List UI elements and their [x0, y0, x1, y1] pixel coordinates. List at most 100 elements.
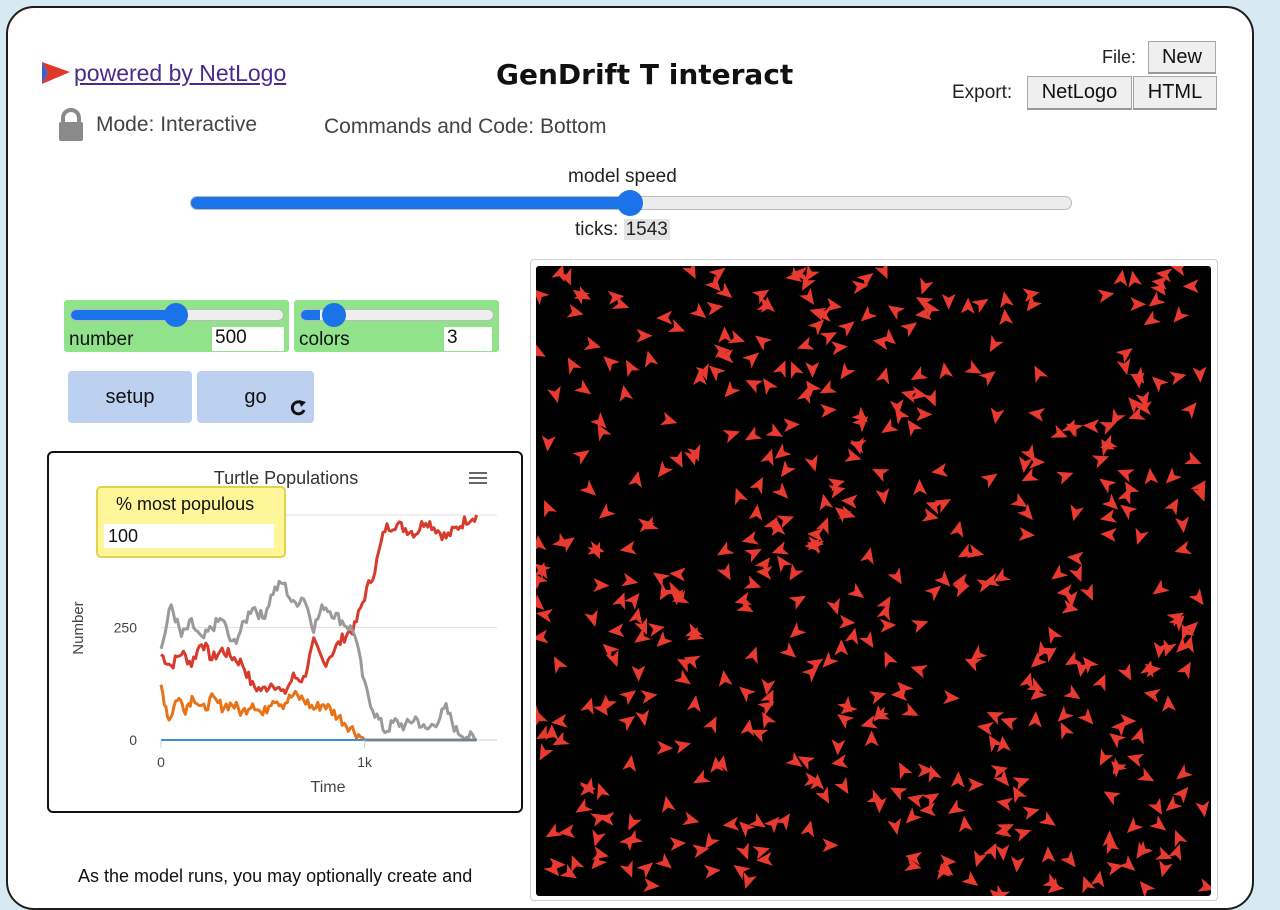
turtle [619, 690, 637, 706]
turtle [1030, 651, 1048, 668]
plot-y-axis-label: Number [70, 601, 87, 654]
turtle [763, 377, 778, 396]
turtles-layer [526, 261, 1215, 906]
turtle [1100, 528, 1117, 542]
turtle [628, 607, 643, 625]
turtle [1068, 564, 1082, 583]
turtle [596, 782, 611, 801]
turtle [920, 277, 934, 295]
plot-y-tick-label: 0 [129, 732, 137, 748]
go-button[interactable]: go [197, 371, 314, 423]
turtle [1010, 856, 1025, 873]
colors-slider-fill [301, 310, 321, 320]
turtle [874, 261, 888, 280]
export-netlogo-button[interactable]: NetLogo [1027, 76, 1132, 110]
number-slider[interactable]: number 500 [64, 300, 289, 352]
turtle [1017, 503, 1034, 521]
plot-series-orange [159, 684, 477, 742]
colors-slider-thumb[interactable] [322, 303, 346, 327]
turtle [1195, 800, 1210, 818]
turtle [1175, 516, 1190, 534]
mode-label: Mode: Interactive [96, 113, 258, 136]
turtle [964, 359, 982, 374]
turtle [887, 567, 902, 585]
most-populous-monitor: % most populous 100 [96, 486, 286, 558]
turtle [659, 411, 678, 426]
number-slider-thumb[interactable] [164, 303, 188, 327]
turtle [580, 697, 594, 715]
turtle [622, 755, 637, 772]
turtle [1181, 402, 1197, 420]
turtle [831, 739, 846, 756]
turtle [686, 695, 701, 713]
turtle [822, 838, 839, 853]
turtle [789, 563, 804, 581]
turtle [559, 863, 577, 879]
turtle [765, 422, 783, 437]
turtle [1164, 498, 1179, 516]
turtle [947, 799, 966, 815]
turtle [898, 762, 913, 780]
turtle [1022, 806, 1040, 821]
turtle [1117, 663, 1132, 681]
turtle [1106, 862, 1124, 876]
world-view [526, 259, 1218, 906]
turtle [967, 777, 985, 792]
commands-code-position[interactable]: Commands and Code: Bottom [324, 115, 606, 139]
turtle [860, 305, 878, 322]
plot-x-axis-label: Time [311, 779, 346, 796]
colors-slider-value[interactable]: 3 [444, 327, 492, 351]
turtle [986, 711, 1005, 726]
turtle [807, 527, 824, 542]
turtle [819, 493, 834, 511]
ticks-value: 1543 [623, 219, 670, 240]
go-button-label: go [244, 385, 267, 408]
turtle [708, 267, 726, 284]
turtle [780, 460, 797, 478]
mode-toggle[interactable]: Mode: Interactive [58, 108, 257, 142]
world-canvas[interactable] [526, 261, 1215, 906]
turtle [1063, 590, 1078, 608]
export-html-button[interactable]: HTML [1133, 76, 1217, 110]
file-label: File: [1102, 47, 1137, 67]
model-speed-thumb[interactable] [617, 190, 643, 216]
number-slider-value[interactable]: 500 [212, 327, 284, 351]
turtle [640, 690, 658, 705]
turtle [919, 802, 936, 817]
lock-icon [59, 108, 83, 141]
turtle [950, 771, 965, 788]
model-title: GenDrift T interact [496, 58, 794, 91]
turtle [628, 470, 642, 489]
turtle [1174, 540, 1192, 555]
hamburger-menu-icon[interactable] [469, 472, 487, 484]
turtle [547, 385, 561, 404]
turtle [922, 389, 936, 407]
new-button[interactable]: New [1148, 41, 1216, 74]
powered-by-netlogo-link[interactable]: powered by NetLogo [40, 58, 286, 88]
turtle [706, 301, 724, 316]
colors-slider[interactable]: colors 3 [294, 300, 499, 352]
turtle [804, 454, 818, 472]
turtle [637, 518, 655, 533]
setup-button[interactable]: setup [68, 371, 192, 423]
turtle [788, 595, 806, 610]
turtle [1176, 763, 1194, 780]
plot-x-tick-label: 1k [357, 754, 373, 770]
turtle [636, 328, 653, 343]
turtle [1090, 870, 1105, 888]
ticks-counter: ticks: 1543 [575, 219, 670, 241]
turtle [996, 797, 1014, 812]
turtle [1041, 846, 1056, 863]
turtle [977, 721, 994, 736]
turtle [531, 629, 549, 644]
turtle [718, 326, 733, 343]
turtle [724, 380, 741, 398]
turtle [739, 686, 756, 703]
turtle [1097, 289, 1115, 304]
turtle [749, 476, 763, 495]
turtle [1117, 469, 1135, 483]
turtle [619, 384, 634, 402]
turtle [831, 341, 848, 356]
turtle [669, 567, 686, 582]
turtle [990, 407, 1005, 425]
